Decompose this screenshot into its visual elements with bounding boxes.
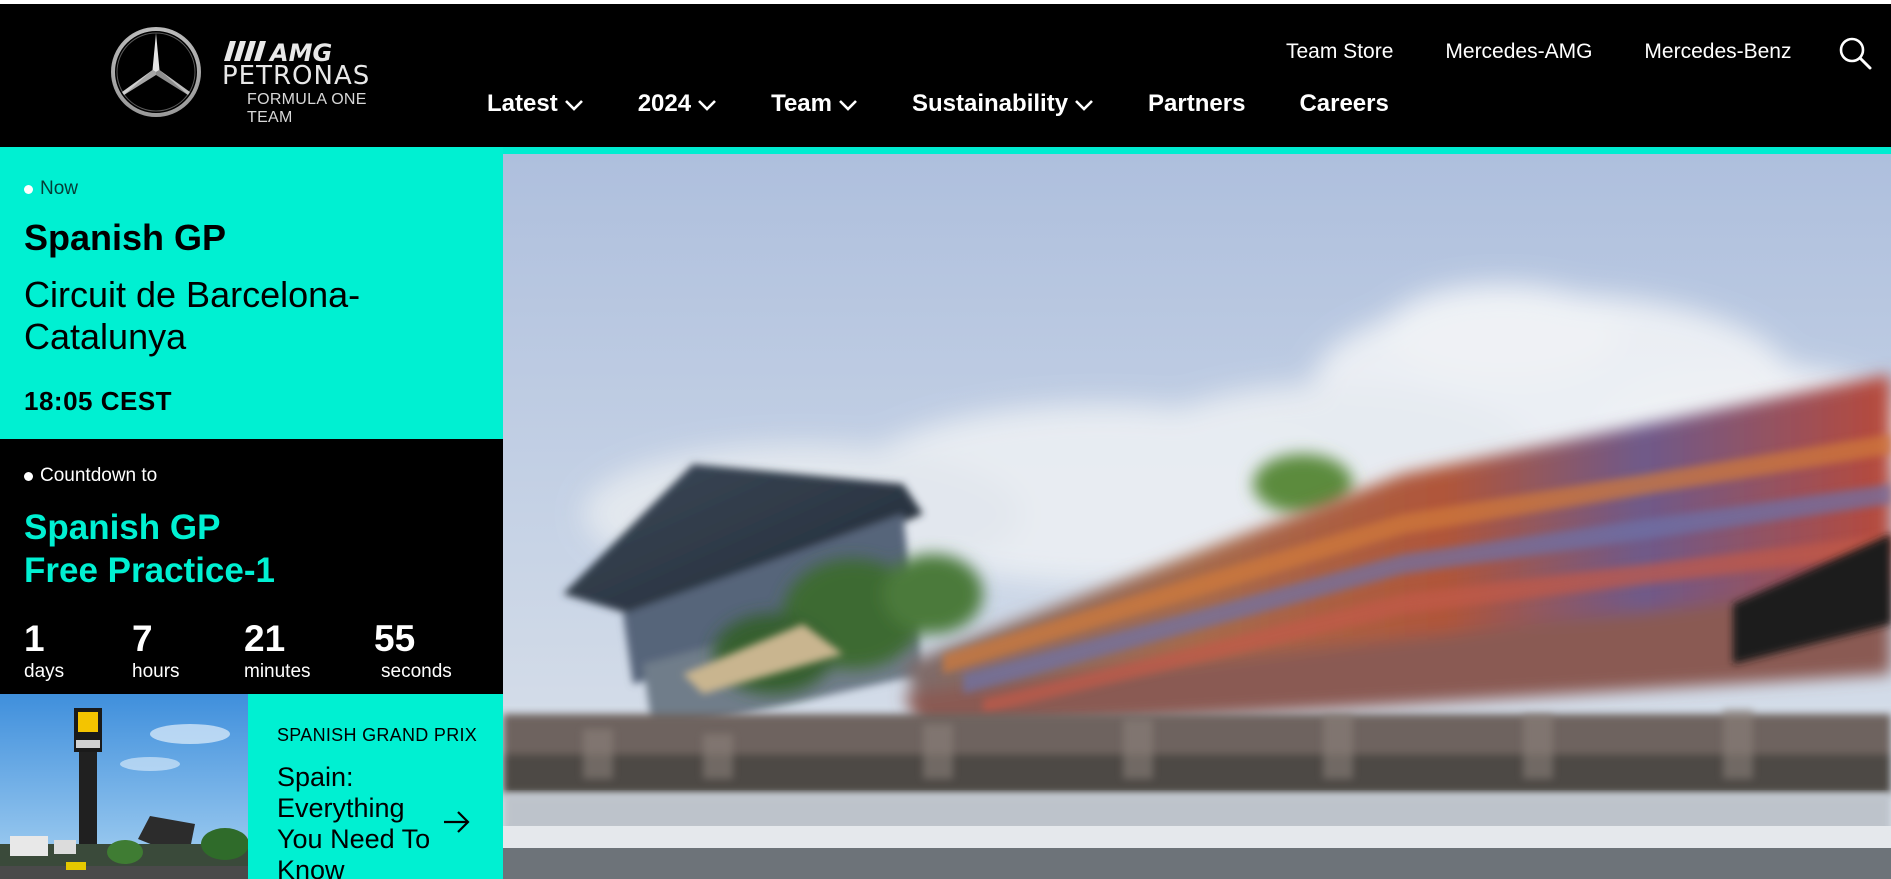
nav-label: Sustainability	[912, 90, 1069, 117]
mercedes-amg-link[interactable]: Mercedes-AMG	[1445, 40, 1592, 64]
countdown-unit-label: seconds	[381, 661, 452, 682]
countdown-unit-label: days	[24, 661, 65, 682]
hero-track-photo	[503, 154, 1891, 879]
now-label: Now	[40, 178, 79, 199]
nav-label: Team	[771, 90, 832, 117]
session-time: 18:05 CEST	[24, 386, 173, 416]
circuit-name: Circuit de Barcelona-Catalunya	[24, 274, 361, 357]
amg-logo-icon: AMG	[224, 39, 332, 63]
event-title: Spanish GP	[24, 217, 227, 258]
live-dot-icon	[24, 184, 33, 194]
mercedes-star-icon	[111, 27, 201, 117]
mercedes-benz-link[interactable]: Mercedes-Benz	[1644, 40, 1791, 64]
team-subtitle: FORMULA ONE TEAM	[247, 91, 367, 126]
nav-team[interactable]: Team	[771, 90, 858, 118]
countdown-value: 21	[244, 618, 286, 659]
chevron-down-icon	[698, 100, 716, 111]
countdown-event: Spanish GP	[24, 508, 221, 547]
countdown-value: 7	[132, 618, 153, 659]
svg-text:AMG: AMG	[268, 39, 332, 63]
site-header: AMG PETRONAS FORMULA ONE TEAM Team Store…	[0, 0, 1891, 147]
countdown-session: Free Practice-1	[24, 551, 275, 590]
countdown-hours: 7 hours	[132, 619, 180, 683]
countdown-value: 1	[24, 618, 45, 659]
nav-careers[interactable]: Careers	[1299, 90, 1388, 118]
nav-sustainability[interactable]: Sustainability	[912, 90, 1094, 118]
arrow-right-icon[interactable]	[441, 807, 471, 837]
chevron-down-icon	[839, 100, 857, 111]
nav-label: Careers	[1299, 90, 1389, 117]
team-store-link[interactable]: Team Store	[1286, 40, 1393, 64]
news-title[interactable]: Spain: Everything You Need To Know	[277, 762, 457, 879]
news-category: SPANISH GRAND PRIX	[277, 725, 478, 745]
countdown-indicator: Countdown to	[24, 465, 157, 487]
news-thumbnail-image	[0, 694, 248, 879]
nav-partners[interactable]: Partners	[1148, 90, 1245, 118]
now-indicator: Now	[24, 178, 78, 200]
petronas-wordmark: PETRONAS	[222, 61, 371, 91]
main-nav: Latest 2024 Team Sustainability Partners…	[487, 90, 1443, 118]
countdown-unit-label: hours	[132, 661, 180, 682]
chevron-down-icon	[1075, 100, 1093, 111]
now-panel[interactable]: Now Spanish GP Circuit de Barcelona-Cata…	[0, 147, 503, 439]
bullet-dot-icon	[24, 471, 33, 481]
nav-label: 2024	[637, 90, 692, 117]
countdown-title: Spanish GP Free Practice-1	[24, 506, 275, 592]
team-logo[interactable]: AMG PETRONAS FORMULA ONE TEAM	[110, 26, 410, 126]
chevron-down-icon	[564, 100, 583, 111]
countdown-value: 55	[374, 618, 416, 659]
countdown-days: 1 days	[24, 619, 64, 683]
nav-label: Latest	[487, 90, 558, 117]
countdown-unit-label: minutes	[244, 661, 311, 682]
top-links: Team Store Mercedes-AMG Mercedes-Benz	[1286, 40, 1791, 64]
countdown-seconds: 55 seconds	[374, 619, 452, 683]
nav-latest[interactable]: Latest	[487, 90, 584, 118]
search-icon[interactable]	[1838, 36, 1872, 70]
nav-2024[interactable]: 2024	[638, 90, 717, 118]
news-card[interactable]: SPANISH GRAND PRIX Spain: Everything You…	[0, 694, 503, 879]
countdown-panel[interactable]: Countdown to Spanish GP Free Practice-1 …	[0, 439, 503, 694]
nav-label: Partners	[1148, 90, 1246, 117]
countdown-minutes: 21 minutes	[244, 619, 311, 683]
hero-image	[503, 154, 1891, 879]
countdown-label: Countdown to	[40, 465, 158, 486]
